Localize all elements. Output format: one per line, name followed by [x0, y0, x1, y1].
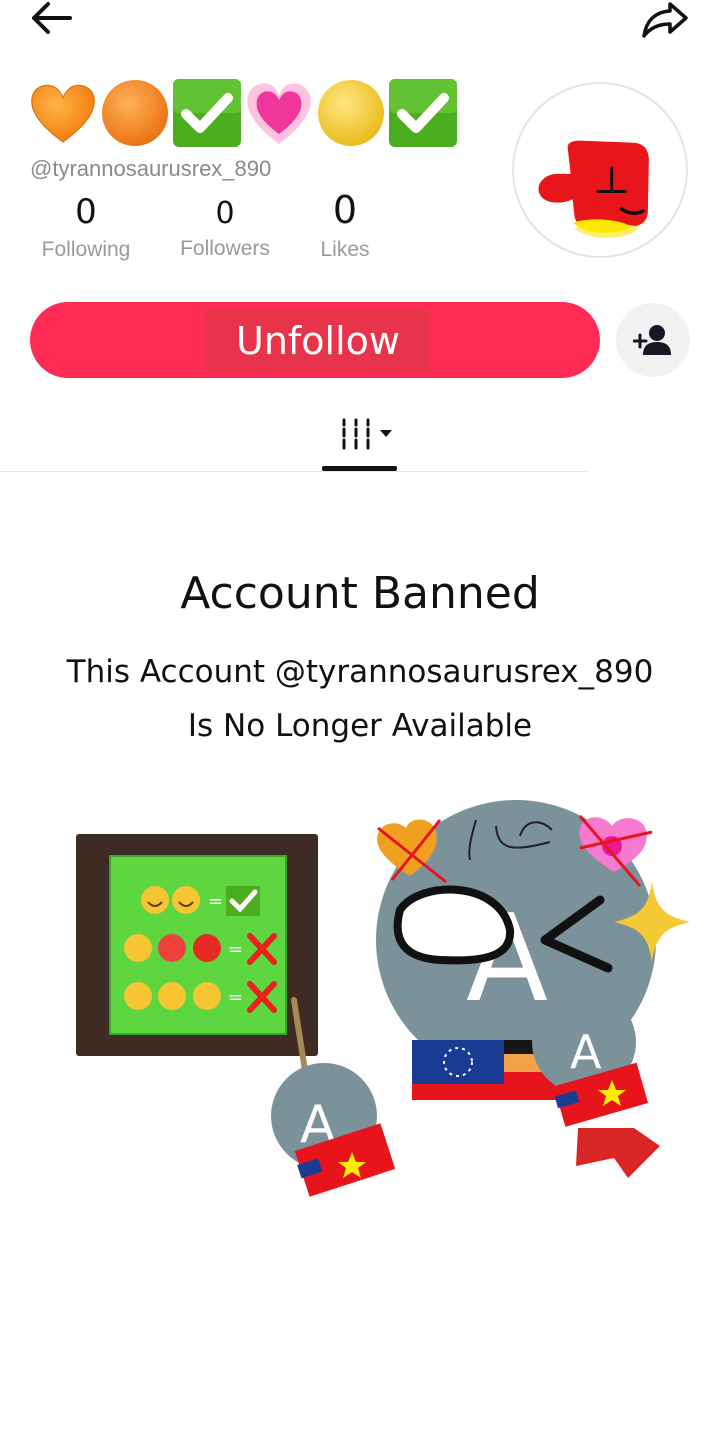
unfollow-label: Unfollow [236, 319, 400, 363]
stat-following-value: 0 [75, 192, 97, 232]
banned-message-line-1: This Account @tyrannosaurusrex_890 [66, 654, 654, 690]
banned-message-line-2: Is No Longer Available [187, 708, 533, 744]
profile-handle: @tyrannosaurusrex_890 [30, 156, 272, 181]
share-icon[interactable] [640, 0, 690, 38]
growing-heart-icon [247, 83, 311, 144]
svg-text:=: = [228, 987, 243, 1008]
unfollow-button[interactable]: Unfollow [30, 302, 600, 378]
profile-name-emojis [28, 78, 458, 150]
orange-circle-icon [102, 80, 168, 146]
tab-divider [0, 471, 588, 472]
svg-text:A: A [570, 1025, 602, 1079]
red-blob-avatar-icon [538, 140, 649, 238]
svg-text:=: = [228, 939, 243, 960]
back-arrow-icon[interactable] [28, 0, 74, 36]
orange-heart-icon [31, 84, 95, 143]
big-country-ball: A [376, 800, 690, 1100]
stat-followers[interactable]: 0 Followers [168, 196, 282, 261]
grid-dropdown-icon[interactable] [322, 408, 398, 472]
check-mark-button-icon [389, 79, 457, 147]
unfollow-label-box: Unfollow [206, 310, 430, 372]
stat-followers-label: Followers [180, 237, 270, 260]
stat-following[interactable]: 0 Following [22, 192, 150, 262]
stat-likes[interactable]: 0 Likes [306, 186, 384, 262]
svg-text:=: = [208, 891, 223, 912]
stat-following-label: Following [41, 238, 131, 261]
banned-illustration: = = = A A A [76, 800, 690, 1197]
add-person-icon [633, 325, 671, 355]
banned-title: Account Banned [180, 568, 540, 619]
stat-likes-value: 0 [332, 188, 358, 232]
chalkboard-icon: = = = [76, 834, 318, 1056]
small-country-ball: A [271, 1063, 396, 1197]
stat-likes-label: Likes [320, 238, 370, 261]
stat-followers-value: 0 [215, 196, 235, 231]
check-mark-button-icon [173, 79, 241, 147]
profile-avatar[interactable] [512, 82, 688, 258]
yellow-circle-icon [318, 80, 384, 146]
add-friend-button[interactable] [616, 303, 690, 377]
